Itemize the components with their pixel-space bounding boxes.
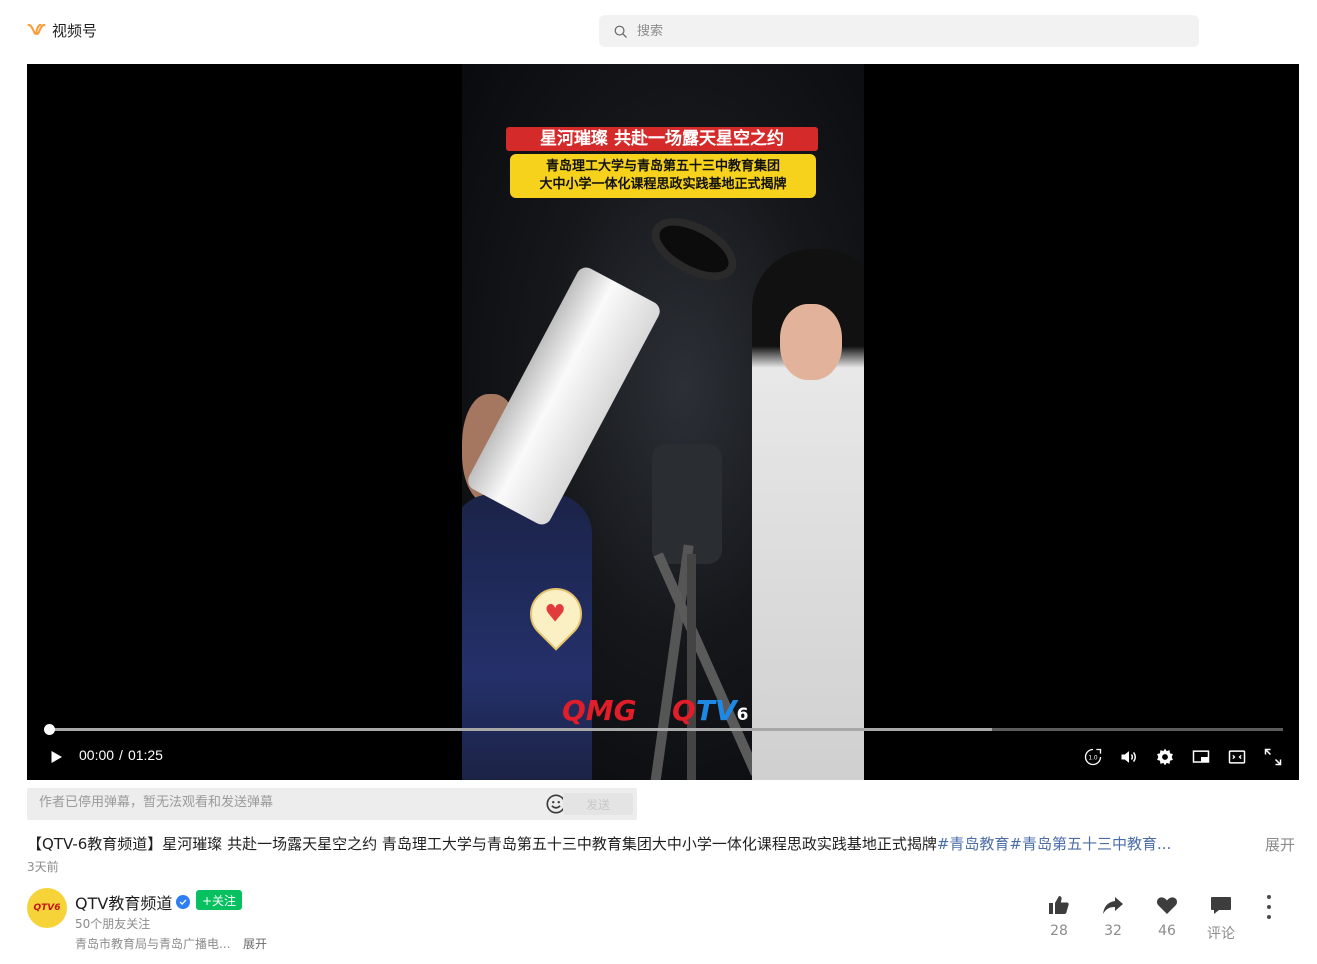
favorite-count: 46 [1158, 923, 1176, 939]
scene-student [462, 494, 592, 780]
progress-bar[interactable] [44, 724, 1283, 735]
avatar-text: QTV6 [33, 903, 61, 913]
video-description: 【QTV-6教育频道】星河璀璨 共赴一场露天星空之约 青岛理工大学与青岛第五十三… [27, 834, 1257, 854]
share-arrow-icon [1103, 897, 1123, 914]
caption-line: 大中小学一体化课程思政实践基地正式揭牌 [539, 177, 787, 192]
qtv-q: Q [672, 694, 696, 727]
time-display: 00:00 / 01:25 [79, 747, 163, 763]
danmaku-bar: 发送 [27, 788, 637, 820]
top-header: 视频号 [0, 0, 1317, 62]
search-input[interactable] [637, 23, 1157, 39]
widescreen-button[interactable] [1225, 745, 1249, 769]
caption-line: 青岛理工大学与青岛第五十三中教育集团 [545, 159, 780, 174]
comment-label: 评论 [1207, 926, 1235, 942]
verified-icon [176, 895, 191, 909]
cast-icon [1192, 750, 1210, 763]
current-time: 00:00 [79, 747, 115, 763]
fullscreen-button[interactable] [1261, 745, 1285, 769]
fullscreen-icon [1264, 748, 1282, 766]
qtv-num: 6 [736, 705, 749, 725]
play-button[interactable] [46, 747, 66, 767]
author-bio: 青岛市教育局与青岛广播电... [75, 937, 231, 951]
comment-icon [1211, 897, 1231, 914]
description-text: 【QTV-6教育频道】星河璀璨 共赴一场露天星空之约 青岛理工大学与青岛第五十三… [27, 835, 937, 853]
video-caption-title: 星河璀璨 共赴一场露天星空之约 [506, 127, 818, 151]
like-button[interactable]: 28 [1039, 893, 1079, 939]
thumbs-up-icon [1049, 896, 1069, 914]
widescreen-icon [1228, 750, 1246, 764]
play-icon [51, 751, 62, 763]
more-dot [1267, 915, 1271, 919]
cast-button[interactable] [1189, 745, 1213, 769]
more-dot [1267, 905, 1271, 909]
speed-icon: 1.0 [1084, 748, 1102, 766]
gear-icon [1157, 748, 1173, 766]
time-separator: / [119, 747, 123, 763]
post-date: 3天前 [27, 860, 59, 874]
author-avatar[interactable]: QTV6 [27, 888, 67, 928]
search-bar[interactable] [599, 15, 1199, 47]
share-count: 32 [1104, 923, 1122, 939]
author-name-row[interactable]: QTV教育频道 [75, 890, 191, 914]
like-count: 28 [1050, 923, 1068, 939]
settings-button[interactable] [1153, 745, 1177, 769]
expand-bio-button[interactable]: 展开 [243, 935, 267, 952]
more-options-button[interactable] [1258, 895, 1280, 919]
qtv-watermark: QTV6 [672, 694, 748, 727]
duration: 01:25 [127, 747, 163, 763]
author-name[interactable]: QTV教育频道 [75, 890, 172, 914]
favorite-button[interactable]: 46 [1147, 893, 1187, 939]
share-button[interactable]: 32 [1093, 893, 1133, 939]
svg-text:1.0: 1.0 [1088, 756, 1098, 762]
playback-speed-button[interactable]: 1.0 [1081, 745, 1105, 769]
send-danmaku-button[interactable]: 发送 [563, 793, 633, 815]
channels-logo[interactable]: 视频号 [27, 20, 97, 41]
comment-button[interactable]: 评论 [1201, 893, 1241, 943]
video-player[interactable]: 星河璀璨 共赴一场露天星空之约 青岛理工大学与青岛第五十三中教育集团 大中小学一… [27, 64, 1299, 780]
volume-icon [1121, 751, 1136, 763]
progress-handle[interactable] [44, 724, 55, 735]
scene-telescope-ring [641, 205, 747, 293]
qtv-tv: TV [695, 694, 737, 727]
video-caption-subtitle: 青岛理工大学与青岛第五十三中教育集团 大中小学一体化课程思政实践基地正式揭牌 [510, 154, 816, 198]
follow-button[interactable]: +关注 [196, 890, 242, 910]
player-controls: 00:00 / 01:25 1.0 [27, 740, 1299, 772]
video-frame[interactable]: 星河璀璨 共赴一场露天星空之约 青岛理工大学与青岛第五十三中教育集团 大中小学一… [462, 64, 864, 780]
search-icon [614, 25, 627, 38]
more-dot [1267, 895, 1271, 899]
expand-description-button[interactable]: 展开 [1265, 834, 1295, 855]
danmaku-input[interactable] [39, 795, 539, 810]
app-name: 视频号 [52, 22, 98, 40]
friends-following: 50个朋友关注 [75, 917, 151, 931]
qmg-watermark: QMG [562, 694, 637, 727]
hashtag-links[interactable]: #青岛教育#青岛第五十三中教育... [937, 835, 1171, 853]
buffer-bar [46, 728, 993, 731]
volume-button[interactable] [1117, 745, 1141, 769]
scene-teacher-face [780, 304, 842, 380]
heart-icon [1156, 897, 1178, 914]
channels-logo-icon [27, 23, 46, 35]
